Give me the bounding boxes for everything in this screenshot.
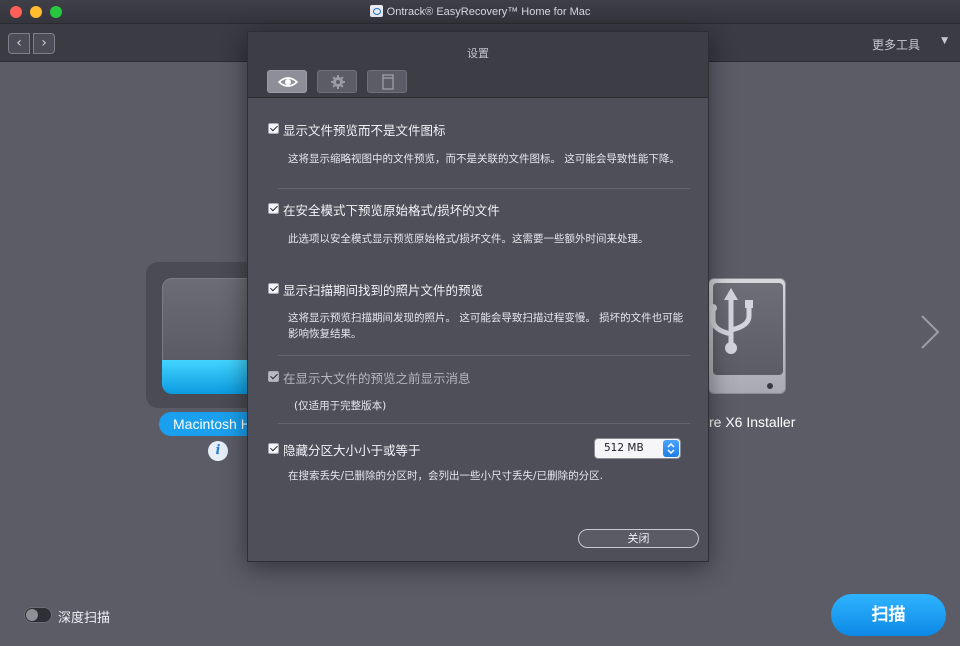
large-file-message-label: 在显示大文件的预览之前显示消息 — [283, 371, 471, 386]
forward-button[interactable]: › — [33, 33, 55, 54]
deep-scan-label: 深度扫描 — [58, 611, 111, 626]
chevron-down-icon[interactable]: ▼ — [941, 36, 948, 46]
tab-general[interactable] — [317, 70, 357, 93]
gear-icon — [331, 75, 345, 89]
partition-size-value: 512 MB — [604, 442, 644, 454]
safe-mode-preview-checkbox[interactable] — [268, 203, 279, 214]
hide-small-partitions-checkbox[interactable] — [268, 443, 279, 454]
window-title-text: Ontrack® EasyRecovery™ Home for Mac — [386, 6, 591, 18]
scan-button[interactable]: 扫描 — [831, 594, 946, 636]
photo-preview-description: 这将显示预览扫描期间发现的照片。 这可能会导致扫描过程变慢。 损坏的文件也可能影… — [288, 312, 684, 340]
safe-mode-preview-description: 此选项以安全模式显示预览原始格式/损坏文件。这需要一些额外时间来处理。 — [288, 233, 649, 245]
window-title: Ontrack® EasyRecovery™ Home for Mac — [0, 5, 960, 18]
divider — [278, 355, 690, 356]
drive-led-icon — [767, 383, 773, 389]
tab-advanced[interactable] — [367, 70, 407, 93]
more-tools-menu[interactable]: 更多工具 — [872, 36, 920, 53]
hide-small-partitions-description: 在搜索丢失/已删除的分区时，会列出一些小尺寸丢失/已删除的分区. — [288, 470, 603, 482]
info-icon[interactable]: i — [208, 441, 228, 461]
usb-icon — [709, 288, 753, 354]
partition-size-select[interactable]: 512 MB — [594, 438, 681, 459]
safe-mode-preview-label: 在安全模式下预览原始格式/损坏的文件 — [283, 203, 500, 218]
title-bar: Ontrack® EasyRecovery™ Home for Mac — [0, 0, 960, 24]
photo-preview-checkbox[interactable] — [268, 283, 279, 294]
settings-title: 设置 — [467, 47, 489, 60]
back-button[interactable]: ‹ — [8, 33, 30, 54]
eye-icon — [278, 77, 298, 87]
drive-label-installer[interactable]: re X6 Installer — [709, 414, 795, 430]
settings-dialog: 设置 显示文件预览而不是文件图标 这将显示缩略视图中的文件预览，而不是关联的文件… — [247, 31, 709, 562]
drive-label-macintosh[interactable]: Macintosh H — [159, 412, 259, 436]
hide-small-partitions-label: 隐藏分区大小小于或等于 — [283, 443, 421, 458]
panel-icon — [382, 74, 394, 90]
tab-view[interactable] — [267, 70, 307, 93]
toggle-knob — [26, 609, 38, 621]
preview-instead-of-icon-description: 这将显示缩略视图中的文件预览，而不是关联的文件图标。 这可能会导致性能下降。 — [288, 153, 680, 165]
app-logo-icon — [369, 5, 383, 17]
up-down-arrows-icon — [663, 440, 679, 457]
divider — [278, 423, 690, 424]
chevron-right-icon[interactable] — [918, 312, 942, 352]
deep-scan-toggle[interactable] — [24, 607, 52, 623]
settings-header: 设置 — [248, 32, 708, 98]
drive-tile-macintosh[interactable] — [146, 262, 262, 408]
photo-preview-label: 显示扫描期间找到的照片文件的预览 — [283, 283, 484, 298]
preview-instead-of-icon-checkbox[interactable] — [268, 123, 279, 134]
large-file-message-description: (仅适用于完整版本) — [294, 400, 387, 412]
close-button[interactable]: 关闭 — [578, 529, 699, 548]
large-file-message-checkbox[interactable] — [268, 371, 279, 382]
preview-instead-of-icon-label: 显示文件预览而不是文件图标 — [283, 123, 446, 138]
divider — [278, 188, 690, 189]
